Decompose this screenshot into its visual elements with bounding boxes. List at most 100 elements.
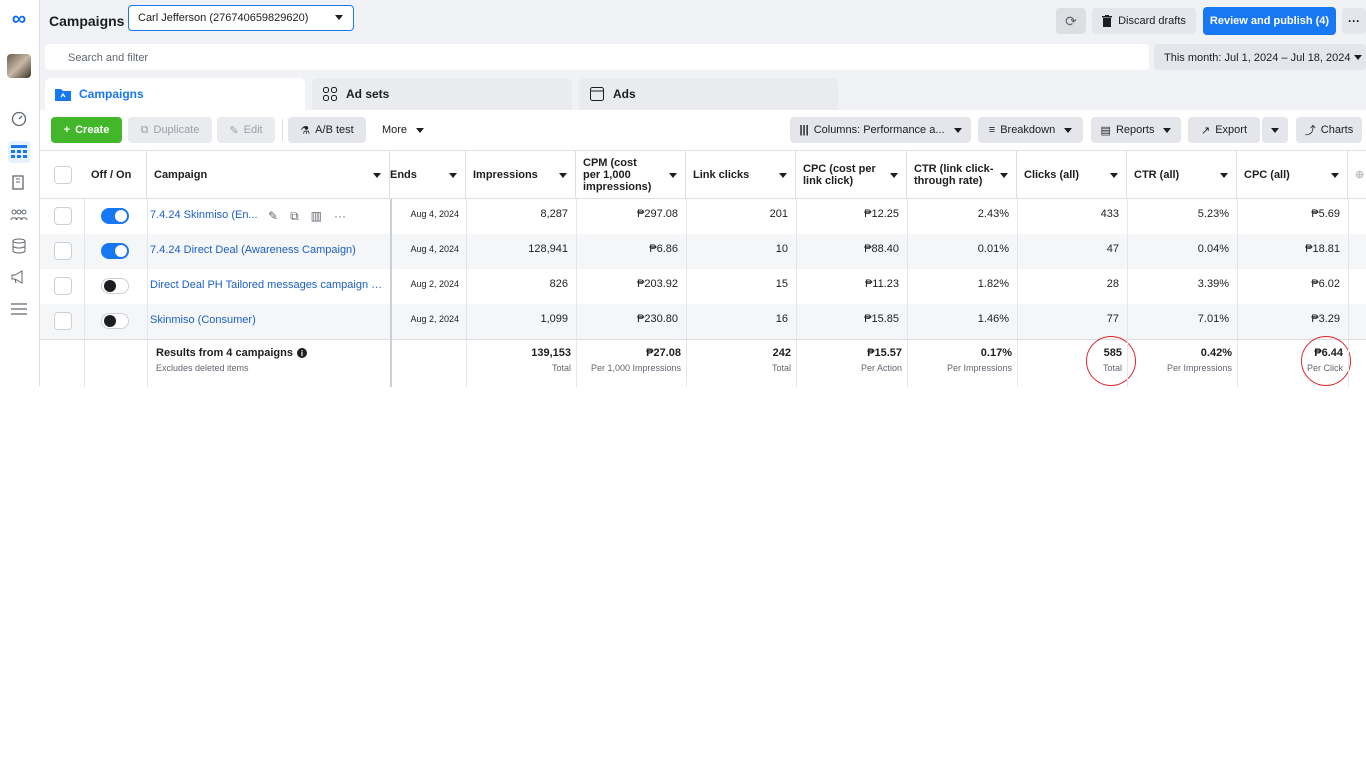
cell-cpm: ₱297.08 bbox=[637, 208, 678, 220]
megaphone-icon[interactable] bbox=[8, 266, 30, 288]
col-cpc-all[interactable]: CPC (all) bbox=[1237, 151, 1348, 199]
campaign-name-link[interactable]: Skinmiso (Consumer) bbox=[150, 314, 256, 326]
total-link-clicks-value: 242 bbox=[772, 347, 791, 359]
campaigns-table-icon[interactable] bbox=[8, 141, 30, 163]
cell-cpc-link: ₱11.23 bbox=[864, 278, 899, 290]
columns-icon: ||| bbox=[799, 124, 809, 136]
chevron-down-icon bbox=[449, 173, 457, 178]
create-button[interactable]: + Create bbox=[51, 117, 122, 143]
account-avatar[interactable] bbox=[7, 54, 31, 78]
create-label: Create bbox=[75, 124, 110, 136]
billing-icon[interactable] bbox=[8, 235, 30, 257]
tab-ad-sets[interactable]: Ad sets bbox=[312, 78, 572, 110]
more-dropdown[interactable]: More bbox=[376, 117, 430, 143]
review-publish-button[interactable]: Review and publish (4) bbox=[1203, 7, 1336, 35]
total-ctr-all-value: 0.42% bbox=[1200, 347, 1232, 359]
campaign-toggle[interactable] bbox=[101, 208, 129, 224]
table-row[interactable]: Direct Deal PH Tailored messages campaig… bbox=[40, 269, 1366, 304]
col-cpc-link[interactable]: CPC (cost per link click) bbox=[796, 151, 907, 199]
more-icon[interactable]: ··· bbox=[334, 209, 346, 224]
export-button[interactable]: ↗ Export bbox=[1188, 117, 1260, 143]
cell-ctr-link: 0.01% bbox=[977, 243, 1009, 255]
col-clicks-all[interactable]: Clicks (all) bbox=[1017, 151, 1127, 199]
row-checkbox[interactable] bbox=[54, 312, 72, 330]
table-header: Off / On Campaign Ends Impressions CPM (… bbox=[40, 151, 1366, 199]
pencil-icon[interactable]: ✎ bbox=[268, 209, 278, 224]
col-ctr-all[interactable]: CTR (all) bbox=[1127, 151, 1237, 199]
duplicate-icon[interactable]: ⧉ bbox=[290, 209, 299, 224]
date-range-picker[interactable]: This month: Jul 1, 2024 – Jul 18, 2024 bbox=[1154, 44, 1366, 70]
ab-test-button[interactable]: ⚗ A/B test bbox=[288, 117, 366, 143]
chevron-down-icon bbox=[669, 173, 677, 178]
search-input[interactable]: Search and filter bbox=[45, 44, 1149, 70]
tab-ads[interactable]: Ads bbox=[579, 78, 838, 110]
col-link-clicks[interactable]: Link clicks bbox=[686, 151, 796, 199]
discard-drafts-button[interactable]: Discard drafts bbox=[1092, 8, 1196, 34]
row-checkbox[interactable] bbox=[54, 242, 72, 260]
export-options-dropdown[interactable] bbox=[1262, 117, 1288, 143]
table-row[interactable]: 7.4.24 Skinmiso (En... ✎ ⧉ ▥ ··· Aug 4, 2024 8… bbox=[40, 199, 1366, 234]
dashboard-icon[interactable] bbox=[8, 108, 30, 130]
search-row: Search and filter This month: Jul 1, 202… bbox=[40, 42, 1366, 72]
cell-ctr-all: 7.01% bbox=[1197, 313, 1229, 325]
col-cpc-all-label: CPC (all) bbox=[1244, 169, 1290, 181]
col-campaign[interactable]: Campaign bbox=[147, 151, 390, 199]
reports-icon: ▤ bbox=[1100, 124, 1111, 137]
breakdown-dropdown[interactable]: ≡ Breakdown bbox=[978, 117, 1083, 143]
col-impressions[interactable]: Impressions bbox=[466, 151, 576, 199]
chevron-down-icon bbox=[559, 173, 567, 178]
meta-logo-icon[interactable]: ∞ bbox=[8, 8, 30, 30]
charts-button[interactable]: ⤴ Charts bbox=[1296, 117, 1362, 143]
refresh-icon: ⟳ bbox=[1065, 12, 1077, 29]
columns-dropdown[interactable]: ||| Columns: Performance a... bbox=[790, 117, 971, 143]
reports-dropdown[interactable]: ▤ Reports bbox=[1091, 117, 1181, 143]
col-ends[interactable]: Ends bbox=[390, 151, 466, 199]
total-ctr-link-sub: Per Impressions bbox=[946, 363, 1012, 373]
tab-campaigns[interactable]: Campaigns bbox=[45, 78, 305, 110]
campaign-toggle[interactable] bbox=[101, 313, 129, 329]
more-options-button[interactable]: ··· bbox=[1342, 8, 1366, 34]
tab-ads-label: Ads bbox=[613, 87, 636, 101]
column-divider bbox=[1237, 199, 1238, 387]
cell-link-clicks: 16 bbox=[775, 313, 788, 325]
cell-link-clicks: 10 bbox=[775, 243, 788, 255]
campaign-toggle[interactable] bbox=[101, 278, 129, 294]
col-off-on[interactable]: Off / On bbox=[84, 151, 147, 199]
plus-icon: + bbox=[63, 124, 71, 136]
select-all-checkbox[interactable] bbox=[54, 166, 72, 184]
table-row[interactable]: Skinmiso (Consumer) Aug 2, 2024 1,099 ₱230.… bbox=[40, 304, 1366, 339]
row-checkbox[interactable] bbox=[54, 277, 72, 295]
campaign-name-link[interactable]: 7.4.24 Direct Deal (Awareness Campaign) bbox=[150, 244, 356, 256]
total-cpm: ₱27.08 Per 1,000 Impressions bbox=[576, 347, 681, 373]
cell-ctr-link: 1.46% bbox=[977, 313, 1009, 325]
info-icon[interactable]: i bbox=[296, 348, 307, 358]
cell-ends: Aug 4, 2024 bbox=[410, 244, 459, 254]
bar-chart-icon[interactable]: ▥ bbox=[311, 209, 322, 224]
page-title: Campaigns bbox=[49, 13, 125, 29]
date-range-label: This month: Jul 1, 2024 – Jul 18, 2024 bbox=[1164, 52, 1351, 64]
audiences-icon[interactable] bbox=[8, 204, 30, 226]
col-ctr-link[interactable]: CTR (link click-through rate) bbox=[907, 151, 1017, 199]
toolbar: + Create ⧉ Duplicate ✎ Edit ⚗ A/B test M… bbox=[40, 110, 1366, 150]
table-row[interactable]: 7.4.24 Direct Deal (Awareness Campaign) A… bbox=[40, 234, 1366, 269]
campaign-toggle[interactable] bbox=[101, 243, 129, 259]
row-checkbox[interactable] bbox=[54, 207, 72, 225]
duplicate-button[interactable]: ⧉ Duplicate bbox=[128, 117, 212, 143]
account-selector[interactable]: Carl Jefferson (276740659829620) bbox=[128, 5, 354, 31]
menu-icon[interactable] bbox=[8, 298, 30, 320]
col-cpm[interactable]: CPM (cost per 1,000 impressions) bbox=[576, 151, 686, 199]
pages-icon[interactable] bbox=[8, 172, 30, 194]
columns-label: Columns: Performance a... bbox=[813, 124, 945, 136]
duplicate-icon: ⧉ bbox=[140, 123, 149, 136]
add-column-icon[interactable]: ⊕ bbox=[1348, 151, 1366, 199]
header-bar: Campaigns Carl Jefferson (27674065982962… bbox=[40, 0, 1366, 42]
campaign-name-link[interactable]: 7.4.24 Skinmiso (En... bbox=[150, 209, 258, 221]
edit-button[interactable]: ✎ Edit bbox=[217, 117, 275, 143]
campaign-name-link[interactable]: Direct Deal PH Tailored messages campaig… bbox=[150, 279, 386, 291]
total-ctr-all-sub: Per Impressions bbox=[1166, 363, 1232, 373]
cell-clicks-all: 433 bbox=[1100, 208, 1119, 220]
refresh-button[interactable]: ⟳ bbox=[1056, 8, 1086, 34]
total-link-clicks: 242 Total bbox=[686, 347, 791, 373]
cell-cpm: ₱6.86 bbox=[649, 243, 678, 255]
col-clicks-all-label: Clicks (all) bbox=[1024, 169, 1080, 181]
